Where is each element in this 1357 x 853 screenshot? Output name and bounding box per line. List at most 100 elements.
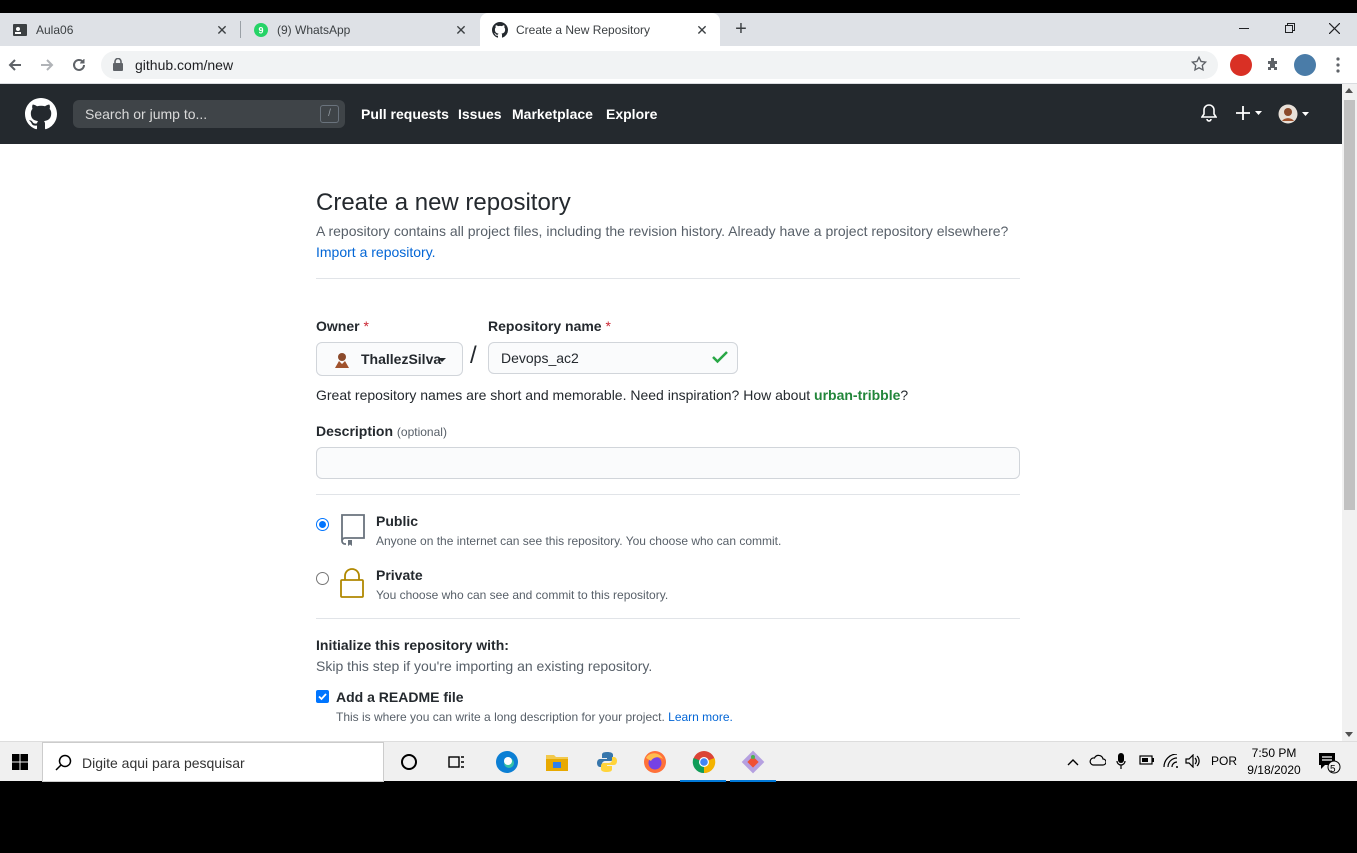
tab-create-repository[interactable]: Create a New Repository ✕ (480, 13, 720, 46)
lock-icon (340, 568, 364, 603)
tab-title: (9) WhatsApp (277, 22, 351, 37)
new-tab-button[interactable]: + (730, 18, 752, 40)
extension-icon[interactable] (1230, 54, 1252, 76)
github-search-input[interactable]: Search or jump to... / (73, 100, 345, 128)
scrollbar-thumb[interactable] (1344, 100, 1355, 510)
divider (316, 278, 1020, 279)
close-window-button[interactable] (1311, 13, 1357, 43)
windows-start-icon[interactable] (0, 742, 40, 782)
puzzle-icon[interactable] (1261, 53, 1285, 77)
screen: Aula06 ✕ 9 (9) WhatsApp ✕ Create a New R… (0, 0, 1357, 853)
tab-aula06[interactable]: Aula06 ✕ (0, 13, 240, 46)
close-icon[interactable]: ✕ (453, 22, 469, 38)
description-label-text: Description (316, 423, 394, 439)
python-icon[interactable] (593, 748, 621, 776)
restore-button[interactable] (1267, 13, 1313, 43)
owner-label: Owner * (316, 318, 369, 334)
optional-tag: (optional) (396, 425, 447, 439)
public-option-desc: Anyone on the internet can see this repo… (376, 534, 782, 548)
required-mark: * (363, 318, 369, 334)
tab-title: Create a New Repository (516, 22, 651, 37)
public-option-title[interactable]: Public (376, 513, 418, 529)
page-subtitle: A repository contains all project files,… (316, 223, 1009, 239)
forward-button[interactable] (35, 53, 59, 77)
nav-pull-requests[interactable]: Pull requests (361, 106, 449, 122)
repository-name-input[interactable] (488, 342, 738, 374)
git-gui-icon[interactable] (739, 748, 767, 776)
owner-select[interactable]: ThallezSilva (316, 342, 463, 376)
svg-text:9: 9 (258, 25, 263, 35)
page-viewport: Search or jump to... / Pull requests Iss… (0, 84, 1342, 741)
scroll-down-arrow-icon[interactable] (1345, 732, 1353, 737)
whatsapp-icon: 9 (253, 22, 269, 38)
back-button[interactable] (3, 53, 27, 77)
suggested-name[interactable]: urban-tribble (814, 387, 900, 403)
edge-icon[interactable] (493, 748, 521, 776)
taskbar-search-placeholder: Digite aqui para pesquisar (82, 755, 245, 771)
minimize-button[interactable] (1221, 13, 1267, 43)
initialize-title: Initialize this repository with: (316, 637, 509, 653)
wifi-icon[interactable] (1163, 753, 1179, 771)
microphone-icon[interactable] (1116, 752, 1126, 773)
owner-label-text: Owner (316, 318, 360, 334)
readme-checkbox[interactable] (316, 690, 329, 703)
active-app-indicator (730, 780, 776, 782)
nav-marketplace[interactable]: Marketplace (512, 106, 593, 122)
create-new-plus-icon[interactable] (1236, 106, 1264, 125)
chrome-icon[interactable] (690, 748, 718, 776)
owner-repo-separator: / (470, 342, 477, 369)
scroll-up-arrow-icon[interactable] (1345, 88, 1353, 93)
task-view-icon[interactable] (443, 748, 471, 776)
speaker-icon[interactable] (1185, 753, 1201, 771)
private-option-desc: You choose who can see and commit to thi… (376, 588, 669, 602)
file-explorer-icon[interactable] (543, 748, 571, 776)
lock-icon (113, 57, 123, 76)
github-header: Search or jump to... / Pull requests Iss… (0, 84, 1342, 144)
readme-desc-text: This is where you can write a long descr… (336, 710, 669, 724)
github-logo-icon[interactable] (25, 98, 57, 135)
cortana-icon[interactable] (395, 748, 423, 776)
windows-taskbar: Digite aqui para pesquisar POR 7:50 PM 9… (0, 741, 1357, 782)
bell-icon[interactable] (1200, 104, 1218, 127)
close-icon[interactable]: ✕ (214, 22, 230, 38)
onedrive-cloud-icon[interactable] (1089, 754, 1107, 769)
learn-more-link[interactable]: Learn more. (668, 710, 733, 724)
nav-issues[interactable]: Issues (458, 106, 502, 122)
chevron-down-icon (438, 358, 446, 362)
private-option-title[interactable]: Private (376, 567, 423, 583)
page-title: Create a new repository (316, 189, 571, 216)
private-radio[interactable] (316, 572, 329, 585)
taskbar-search-input[interactable]: Digite aqui para pesquisar (42, 742, 384, 782)
reload-button[interactable] (67, 53, 91, 77)
nav-explore[interactable]: Explore (606, 106, 657, 122)
bookmark-star-icon[interactable] (1190, 55, 1208, 78)
address-bar[interactable]: github.com/new (101, 51, 1218, 79)
browser-toolbar: github.com/new (0, 46, 1357, 84)
hint-text: Great repository names are short and mem… (316, 387, 815, 403)
active-app-indicator (680, 780, 726, 782)
description-input[interactable] (316, 447, 1020, 479)
battery-icon[interactable] (1139, 754, 1155, 769)
search-shortcut-key: / (320, 105, 339, 123)
browser-tabstrip: Aula06 ✕ 9 (9) WhatsApp ✕ Create a New R… (0, 13, 1357, 46)
readme-label[interactable]: Add a README file (336, 689, 464, 705)
firefox-icon[interactable] (641, 748, 669, 776)
chevron-up-icon[interactable] (1067, 755, 1079, 769)
input-language[interactable]: POR (1211, 754, 1237, 768)
search-placeholder: Search or jump to... (85, 106, 208, 122)
import-repository-link[interactable]: Import a repository. (316, 244, 436, 260)
tab-title: Aula06 (36, 22, 74, 37)
system-clock[interactable]: 7:50 PM 9/18/2020 (1244, 745, 1304, 779)
menu-kebab-icon[interactable] (1326, 53, 1350, 77)
readme-description: This is where you can write a long descr… (336, 710, 733, 724)
profile-avatar[interactable] (1294, 54, 1316, 76)
page-scrollbar[interactable] (1342, 84, 1357, 741)
tab-whatsapp[interactable]: 9 (9) WhatsApp ✕ (241, 13, 479, 46)
public-radio[interactable] (316, 518, 329, 531)
close-icon[interactable]: ✕ (694, 22, 710, 38)
github-icon (492, 21, 508, 38)
clock-date: 9/18/2020 (1247, 763, 1301, 777)
initialize-subtitle: Skip this step if you're importing an ex… (316, 658, 653, 674)
repository-name-label: Repository name * (488, 318, 611, 334)
user-avatar-menu[interactable] (1278, 104, 1312, 129)
